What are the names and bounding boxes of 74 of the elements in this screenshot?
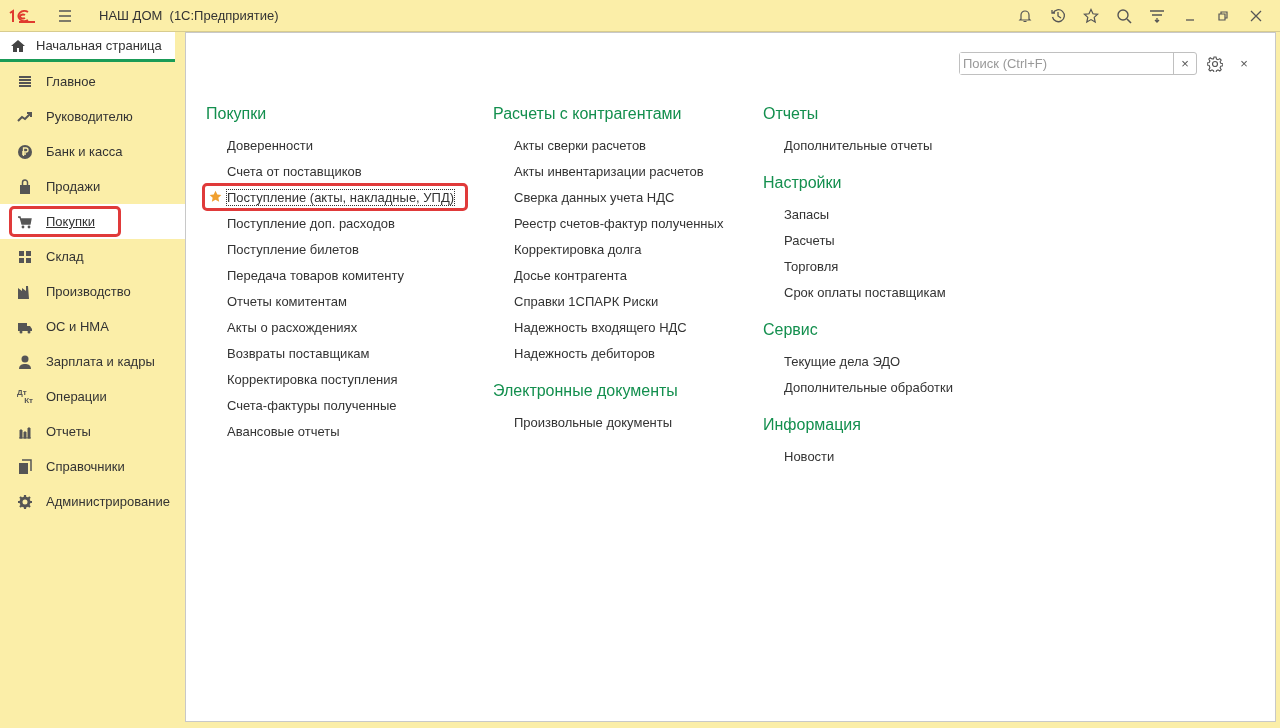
nav-link[interactable]: Акты сверки расчетов — [514, 137, 647, 153]
clear-button[interactable]: × — [1174, 56, 1196, 71]
sidebar-item[interactable]: Производство — [0, 274, 185, 309]
nav-link[interactable]: Новости — [784, 448, 835, 464]
sidebar-item[interactable]: Руководителю — [0, 99, 185, 134]
person-icon — [17, 353, 33, 370]
nav-link[interactable]: Корректировка долга — [514, 241, 642, 257]
history-icon[interactable] — [1049, 7, 1066, 24]
section-heading: Расчеты с контрагентами — [493, 105, 683, 124]
nav-link[interactable]: Текущие дела ЭДО — [784, 353, 901, 369]
nav-link[interactable]: Дополнительные обработки — [784, 379, 953, 395]
nav-link[interactable]: Надежность входящего НДС — [514, 319, 687, 335]
nav-link[interactable]: Счета от поставщиков — [227, 163, 362, 179]
section-heading: Покупки — [206, 105, 268, 124]
sidebar-item[interactable]: Администрирование — [0, 484, 185, 519]
bag-icon — [17, 178, 33, 195]
books-icon — [17, 458, 33, 475]
menu-icon[interactable] — [56, 7, 73, 24]
nav-link[interactable]: Доверенности — [227, 137, 313, 153]
sidebar-item[interactable]: Покупки — [0, 204, 185, 239]
nav-link[interactable]: Расчеты — [784, 232, 835, 248]
cart-icon — [17, 213, 33, 230]
filter-icon[interactable] — [1148, 7, 1165, 24]
home-tab[interactable]: Начальная страница — [0, 32, 175, 62]
section-heading: Электронные документы — [493, 382, 679, 401]
star-icon[interactable] — [209, 190, 222, 203]
nav-link[interactable]: Акты инвентаризации расчетов — [514, 163, 704, 179]
nav-link[interactable]: Поступление (акты, накладные, УПД) — [227, 189, 455, 205]
nav-link[interactable]: Торговля — [784, 258, 839, 274]
grid-icon — [17, 248, 33, 265]
sidebar-item[interactable]: Отчеты — [0, 414, 185, 449]
panel-close-button[interactable]: × — [1233, 56, 1255, 71]
section-heading: Сервис — [763, 321, 819, 340]
search-icon[interactable] — [1115, 7, 1132, 24]
nav-link[interactable]: Справки 1СПАРК Риски — [514, 293, 659, 309]
sidebar-item[interactable]: Дт Кт Операции — [0, 379, 185, 414]
sidebar-item[interactable]: Банк и касса — [0, 134, 185, 169]
bell-icon[interactable] — [1016, 7, 1033, 24]
nav-link[interactable]: Корректировка поступления — [227, 371, 398, 387]
nav-link[interactable]: Авансовые отчеты — [227, 423, 340, 439]
nav-link[interactable]: Поступление билетов — [227, 241, 359, 257]
star-icon[interactable] — [1082, 7, 1099, 24]
nav-link[interactable]: Передача товаров комитенту — [227, 267, 404, 283]
nav-link[interactable]: Произвольные документы — [514, 414, 673, 430]
gear-icon — [17, 493, 33, 510]
list-icon — [17, 73, 33, 90]
settings-icon[interactable] — [1207, 55, 1223, 72]
nav-link[interactable]: Запасы — [784, 206, 830, 222]
logo-icon[interactable] — [8, 7, 36, 24]
nav-link[interactable]: Надежность дебиторов — [514, 345, 655, 361]
nav-link[interactable]: Срок оплаты поставщикам — [784, 284, 946, 300]
window-title: НАШ ДОМ (1С:Предприятие) — [99, 8, 279, 23]
nav-link[interactable]: Отчеты комитентам — [227, 293, 347, 309]
nav-link[interactable]: Акты о расхождениях — [227, 319, 358, 335]
ruble-icon — [17, 143, 33, 160]
debit-credit-icon: Дт Кт — [17, 388, 33, 405]
nav-link[interactable]: Сверка данных учета НДС — [514, 189, 675, 205]
sidebar-item[interactable]: Склад — [0, 239, 185, 274]
sidebar-item[interactable]: Зарплата и кадры — [0, 344, 185, 379]
nav-link[interactable]: Возвраты поставщикам — [227, 345, 370, 361]
section-heading: Отчеты — [763, 105, 820, 124]
section-heading: Настройки — [763, 174, 843, 193]
nav-link[interactable]: Счета-фактуры полученные — [227, 397, 397, 413]
sidebar-item[interactable]: Справочники — [0, 449, 185, 484]
sidebar-item[interactable]: Главное — [0, 64, 185, 99]
nav-link[interactable]: Дополнительные отчеты — [784, 137, 933, 153]
sidebar-item[interactable]: Продажи — [0, 169, 185, 204]
home-icon — [10, 37, 26, 54]
section-heading: Информация — [763, 416, 862, 435]
sidebar-item[interactable]: ОС и НМА — [0, 309, 185, 344]
search-field[interactable]: Поиск (Ctrl+F) × — [959, 52, 1197, 75]
nav-link[interactable]: Досье контрагента — [514, 267, 627, 283]
nav-link[interactable]: Поступление доп. расходов — [227, 215, 395, 231]
nav-link[interactable]: Реестр счетов-фактур полученных — [514, 215, 724, 231]
